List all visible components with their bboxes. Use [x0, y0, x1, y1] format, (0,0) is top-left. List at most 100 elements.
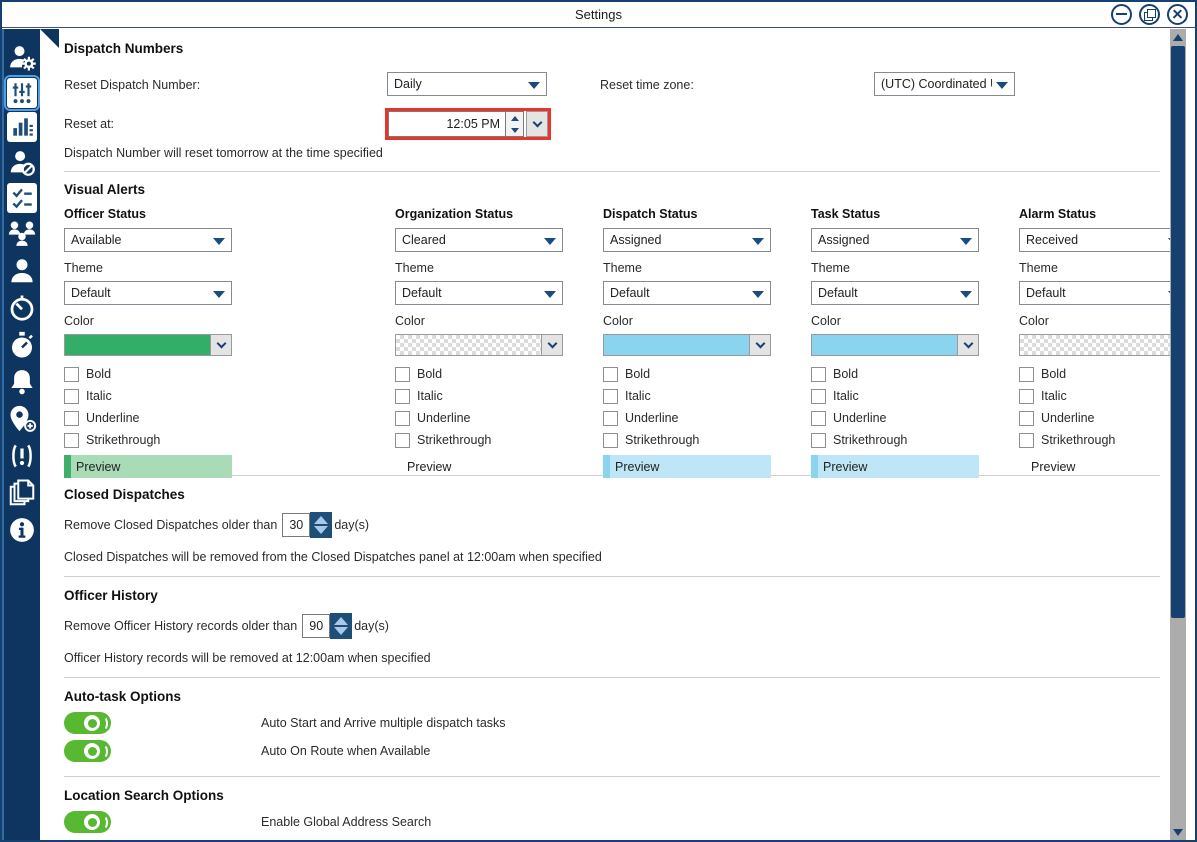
dispatch-status-select[interactable]: Assigned — [603, 228, 771, 252]
sidebar-item-documents[interactable] — [6, 476, 39, 509]
checkbox[interactable] — [395, 433, 410, 448]
checkbox[interactable] — [64, 411, 79, 426]
checkbox[interactable] — [811, 367, 826, 382]
sidebar-item-stopwatch[interactable] — [6, 328, 39, 361]
checkbox[interactable] — [811, 389, 826, 404]
vertical-scrollbar[interactable] — [1170, 29, 1186, 840]
reset-dispatch-number-select[interactable]: Daily — [387, 72, 547, 96]
info-icon — [7, 515, 37, 545]
checkbox[interactable] — [603, 367, 618, 382]
checkbox[interactable] — [811, 433, 826, 448]
underline-checkbox-row[interactable]: Underline — [603, 407, 773, 429]
time-spin-down-button[interactable] — [506, 124, 523, 136]
color-picker[interactable] — [811, 334, 979, 356]
italic-checkbox-row[interactable]: Italic — [64, 385, 234, 407]
sidebar-item-bell[interactable] — [6, 365, 39, 398]
underline-checkbox-row[interactable]: Underline — [395, 407, 565, 429]
checkbox[interactable] — [603, 433, 618, 448]
checkbox[interactable] — [64, 389, 79, 404]
restore-button-icon[interactable] — [1139, 4, 1160, 25]
color-dropdown-button[interactable] — [542, 334, 563, 356]
chevron-down-icon — [528, 82, 540, 89]
checkbox[interactable] — [395, 367, 410, 382]
time-spin-up-button[interactable] — [506, 112, 523, 124]
bold-checkbox-row[interactable]: Bold — [1019, 363, 1170, 385]
underline-checkbox-row[interactable]: Underline — [64, 407, 234, 429]
underline-checkbox-row[interactable]: Underline — [1019, 407, 1170, 429]
chevron-down-icon — [216, 338, 226, 348]
checkbox[interactable] — [603, 411, 618, 426]
minimize-button-icon[interactable] — [1111, 4, 1132, 25]
reset-at-time-input[interactable]: 12:05 PM — [388, 111, 506, 137]
bold-checkbox-row[interactable]: Bold — [64, 363, 234, 385]
sidebar-item-user-gear[interactable] — [6, 41, 39, 74]
bold-checkbox-row[interactable]: Bold — [395, 363, 565, 385]
reset-time-zone-select[interactable]: (UTC) Coordinated Universal Time — [874, 72, 1015, 96]
auto-on-route-toggle-on[interactable] — [64, 740, 111, 762]
scroll-up-button[interactable] — [1170, 29, 1186, 45]
theme-select[interactable]: Default — [395, 281, 563, 305]
color-dropdown-button[interactable] — [211, 334, 232, 356]
sidebar-item-info[interactable] — [6, 513, 39, 546]
officer-history-days-input[interactable]: 90 — [302, 614, 330, 638]
scroll-down-button[interactable] — [1170, 824, 1186, 840]
underline-checkbox-row[interactable]: Underline — [811, 407, 981, 429]
bold-checkbox-row[interactable]: Bold — [603, 363, 773, 385]
italic-checkbox-row[interactable]: Italic — [603, 385, 773, 407]
theme-select[interactable]: Default — [1019, 281, 1170, 305]
chevron-down-icon — [547, 338, 557, 348]
sidebar-item-sliders[interactable] — [7, 78, 37, 108]
checkbox[interactable] — [395, 389, 410, 404]
close-button-icon[interactable] — [1167, 4, 1188, 25]
checkbox[interactable] — [1019, 433, 1034, 448]
color-picker[interactable] — [395, 334, 563, 356]
checkbox[interactable] — [395, 411, 410, 426]
checkbox[interactable] — [603, 389, 618, 404]
theme-select[interactable]: Default — [811, 281, 979, 305]
scrollbar-thumb[interactable] — [1171, 46, 1185, 618]
italic-checkbox-row[interactable]: Italic — [811, 385, 981, 407]
color-picker[interactable] — [1019, 334, 1170, 356]
chevron-down-icon — [213, 291, 225, 298]
italic-checkbox-row[interactable]: Italic — [1019, 385, 1170, 407]
color-picker[interactable] — [64, 334, 232, 356]
sidebar-item-exclamation[interactable] — [6, 439, 39, 472]
color-dropdown-button[interactable] — [958, 334, 979, 356]
checkbox[interactable] — [1019, 389, 1034, 404]
strikethrough-checkbox-row[interactable]: Strikethrough — [1019, 429, 1170, 451]
sidebar-item-user-blocked[interactable] — [6, 146, 39, 179]
auto-start-arrive-toggle-on[interactable] — [64, 712, 111, 734]
sidebar-item-equalizer[interactable] — [7, 112, 37, 142]
theme-select[interactable]: Default — [64, 281, 232, 305]
checkbox[interactable] — [64, 367, 79, 382]
sidebar-item-person[interactable] — [6, 254, 39, 287]
officer-history-spinner[interactable] — [330, 613, 352, 639]
italic-checkbox-row[interactable]: Italic — [395, 385, 565, 407]
triangle-up-icon — [1173, 34, 1183, 41]
sidebar-item-clock[interactable] — [6, 291, 39, 324]
time-dropdown-button[interactable] — [526, 111, 548, 137]
strikethrough-checkbox-row[interactable]: Strikethrough — [603, 429, 773, 451]
organization-status-select[interactable]: Cleared — [395, 228, 563, 252]
closed-dispatches-spinner[interactable] — [310, 512, 332, 538]
sidebar-item-people-group[interactable] — [6, 217, 39, 250]
color-dropdown-button[interactable] — [750, 334, 771, 356]
strikethrough-checkbox-row[interactable]: Strikethrough — [64, 429, 234, 451]
global-address-search-toggle-on[interactable] — [64, 811, 111, 833]
sidebar-item-location-pin-plus[interactable] — [6, 402, 39, 435]
theme-select[interactable]: Default — [603, 281, 771, 305]
triangle-up-icon — [511, 116, 519, 121]
strikethrough-checkbox-row[interactable]: Strikethrough — [811, 429, 981, 451]
strikethrough-checkbox-row[interactable]: Strikethrough — [395, 429, 565, 451]
bold-checkbox-row[interactable]: Bold — [811, 363, 981, 385]
checkbox[interactable] — [1019, 367, 1034, 382]
checkbox[interactable] — [1019, 411, 1034, 426]
checkbox[interactable] — [811, 411, 826, 426]
color-picker[interactable] — [603, 334, 771, 356]
officer-status-select[interactable]: Available — [64, 228, 232, 252]
alarm-status-select[interactable]: Received — [1019, 228, 1170, 252]
checkbox[interactable] — [64, 433, 79, 448]
sidebar-item-checklist[interactable] — [7, 183, 37, 213]
task-status-select[interactable]: Assigned — [811, 228, 979, 252]
closed-dispatches-days-input[interactable]: 30 — [282, 513, 310, 537]
